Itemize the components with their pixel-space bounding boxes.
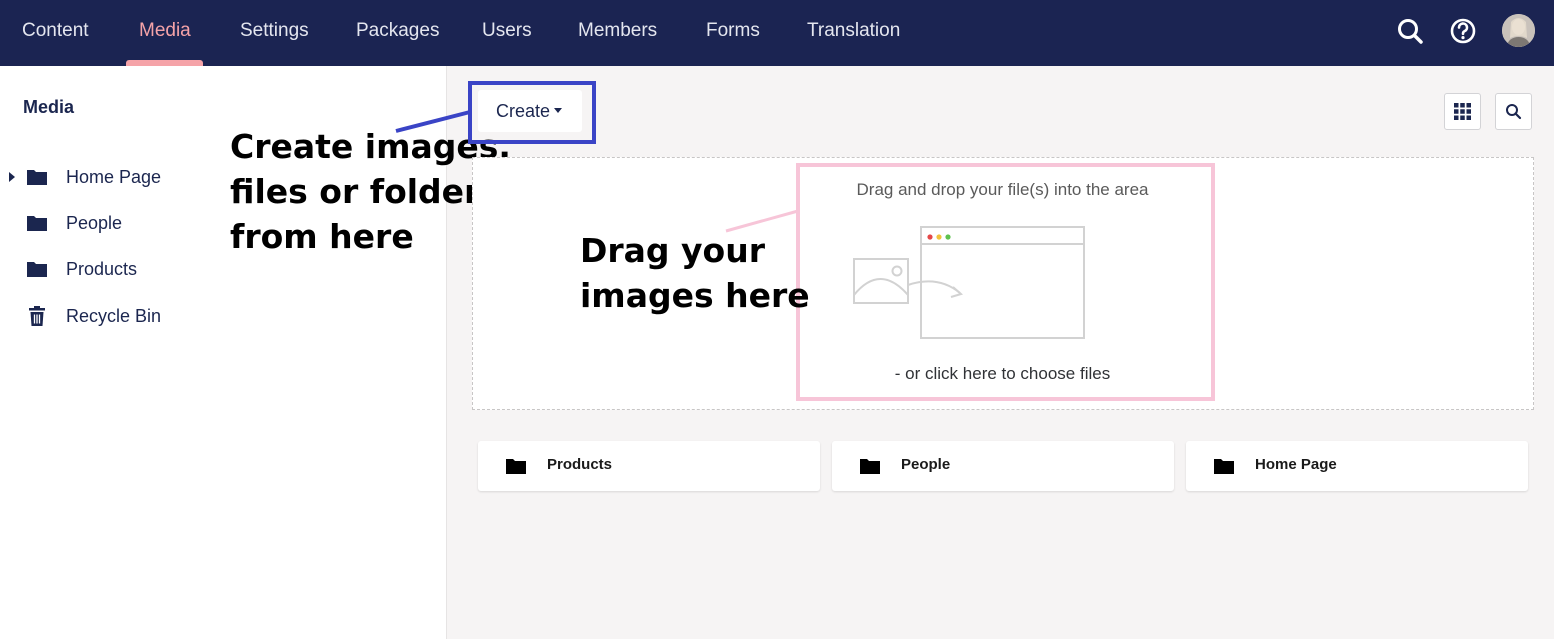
user-avatar[interactable] — [1502, 14, 1535, 47]
trash-icon — [26, 305, 48, 327]
nav-tab-translation[interactable]: Translation — [807, 0, 900, 66]
folder-icon — [26, 166, 48, 188]
nav-tab-forms[interactable]: Forms — [706, 0, 760, 66]
annotation-drag-highlight — [796, 163, 1215, 401]
folder-icon — [26, 258, 48, 280]
folder-card-products[interactable]: Products — [478, 441, 820, 491]
nav-tab-users[interactable]: Users — [482, 0, 532, 66]
annotation-create-highlight — [468, 81, 596, 144]
help-icon[interactable] — [1446, 14, 1480, 48]
folder-icon — [26, 212, 48, 234]
folder-card-label: Products — [547, 456, 613, 473]
folder-icon — [859, 456, 881, 476]
sidebar-item-people[interactable]: People — [0, 206, 200, 240]
sidebar-item-label: Recycle Bin — [66, 306, 162, 326]
sidebar-item-recycle-bin[interactable]: Recycle Bin — [0, 299, 200, 333]
sidebar-item-products[interactable]: Products — [0, 252, 200, 286]
nav-tab-content[interactable]: Content — [22, 0, 89, 66]
sidebar-item-label: Home Page — [66, 167, 162, 187]
folder-card-label: People — [901, 456, 951, 473]
grid-view-button[interactable] — [1444, 93, 1481, 130]
search-icon[interactable] — [1393, 14, 1427, 48]
sidebar-item-label: People — [66, 213, 123, 233]
folder-icon — [505, 456, 527, 476]
nav-tab-settings[interactable]: Settings — [240, 0, 309, 66]
sidebar-item-label: Products — [66, 259, 138, 279]
search-media-button[interactable] — [1495, 93, 1532, 130]
grid-icon — [1454, 103, 1471, 120]
sidebar-title: Media — [23, 97, 75, 117]
folder-card-label: Home Page — [1255, 456, 1337, 473]
caret-right-icon[interactable] — [9, 172, 15, 182]
sidebar-item-home-page[interactable]: Home Page — [0, 160, 200, 194]
nav-tab-packages[interactable]: Packages — [356, 0, 439, 66]
annotation-drag-text: Drag your images here — [580, 231, 810, 315]
nav-tab-members[interactable]: Members — [578, 0, 657, 66]
annotation-create-text: Create images, files or folders from her… — [230, 127, 511, 256]
folder-card-people[interactable]: People — [832, 441, 1174, 491]
annotation-arrow-blue — [395, 110, 471, 133]
top-navigation-bar: Content Media Settings Packages Users Me… — [0, 0, 1554, 66]
folder-card-home-page[interactable]: Home Page — [1186, 441, 1528, 491]
nav-tab-media[interactable]: Media — [139, 0, 191, 66]
folder-icon — [1213, 456, 1235, 476]
search-icon — [1506, 104, 1522, 120]
